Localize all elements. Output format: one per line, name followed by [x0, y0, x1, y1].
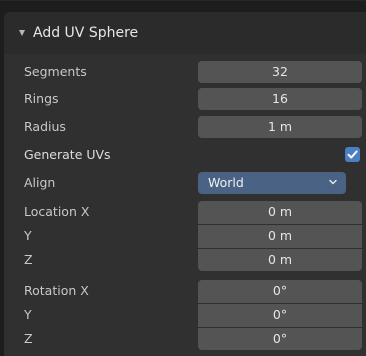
- segments-field[interactable]: 32: [198, 61, 362, 83]
- location-y-field[interactable]: 0 m: [198, 225, 362, 248]
- align-dropdown[interactable]: World: [198, 172, 346, 194]
- align-row: Align World: [4, 170, 366, 196]
- generate-uvs-label: Generate UVs: [24, 147, 111, 162]
- rotation-y-label: Y: [24, 307, 32, 322]
- segments-label: Segments: [24, 64, 87, 79]
- rotation-x-field[interactable]: 0°: [198, 280, 362, 303]
- rotation-y-field[interactable]: 0°: [198, 304, 362, 327]
- segments-row: Segments 32: [4, 59, 366, 85]
- radius-row: Radius 1 m: [4, 114, 366, 140]
- location-z-field[interactable]: 0 m: [198, 249, 362, 271]
- panel-header[interactable]: Add UV Sphere: [4, 12, 366, 54]
- align-label: Align: [24, 175, 56, 190]
- rotation-z-field[interactable]: 0°: [198, 328, 362, 350]
- 3d-viewport[interactable]: Add UV Sphere Segments 32 Rings 16 Radiu…: [0, 0, 366, 356]
- location-x-row: Location X 0 m: [4, 199, 366, 225]
- rotation-x-label: Rotation X: [24, 283, 89, 298]
- rotation-z-row: Z 0°: [4, 326, 366, 352]
- redo-last-panel: Add UV Sphere Segments 32 Rings 16 Radiu…: [4, 12, 366, 356]
- rings-label: Rings: [24, 91, 59, 106]
- location-z-label: Z: [24, 252, 33, 267]
- rotation-z-label: Z: [24, 331, 33, 346]
- generate-uvs-checkbox[interactable]: [345, 147, 360, 162]
- rotation-x-row: Rotation X 0°: [4, 278, 366, 304]
- radius-field[interactable]: 1 m: [198, 116, 362, 138]
- location-y-row: Y 0 m: [4, 223, 366, 249]
- radius-label: Radius: [24, 119, 66, 134]
- location-z-row: Z 0 m: [4, 247, 366, 273]
- location-y-label: Y: [24, 228, 32, 243]
- panel-title: Add UV Sphere: [33, 25, 139, 41]
- rotation-y-row: Y 0°: [4, 302, 366, 328]
- generate-uvs-row: Generate UVs: [4, 142, 366, 168]
- rings-row: Rings 16: [4, 86, 366, 112]
- align-value: World: [208, 175, 244, 190]
- location-x-field[interactable]: 0 m: [198, 201, 362, 224]
- collapse-triangle-icon[interactable]: [19, 30, 25, 36]
- checkmark-icon: [347, 150, 358, 159]
- chevron-down-icon: [329, 179, 337, 185]
- location-x-label: Location X: [24, 204, 90, 219]
- viewport-grid-line: [0, 0, 366, 1]
- rings-field[interactable]: 16: [198, 88, 362, 110]
